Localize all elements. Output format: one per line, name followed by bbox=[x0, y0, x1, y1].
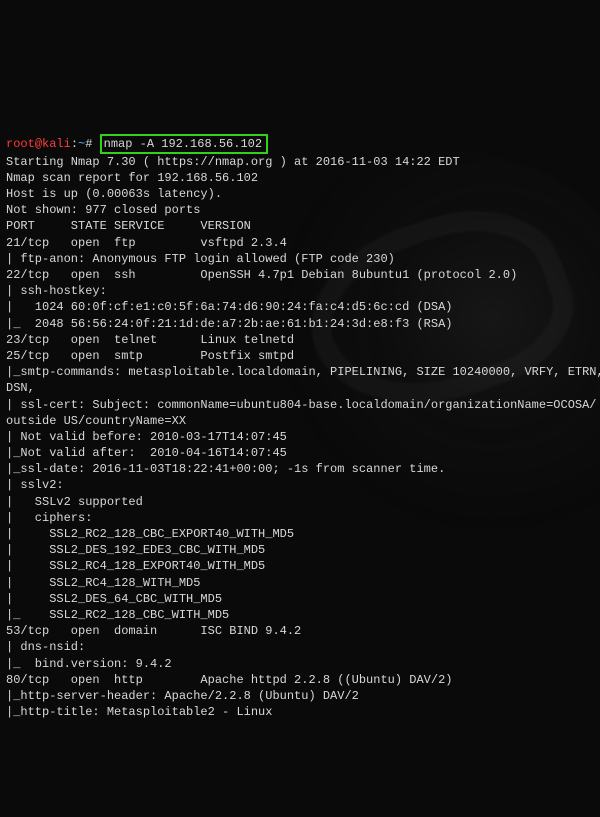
output-line: |_ssl-date: 2016-11-03T18:22:41+00:00; -… bbox=[6, 461, 594, 477]
prompt-user: root bbox=[6, 137, 35, 151]
output-line: |_smtp-commands: metasploitable.localdom… bbox=[6, 364, 594, 380]
output-line: 22/tcp open ssh OpenSSH 4.7p1 Debian 8ub… bbox=[6, 267, 594, 283]
output-line: | SSL2_DES_64_CBC_WITH_MD5 bbox=[6, 591, 594, 607]
output-line: 80/tcp open http Apache httpd 2.2.8 ((Ub… bbox=[6, 672, 594, 688]
output-line: Not shown: 977 closed ports bbox=[6, 202, 594, 218]
output-line: Nmap scan report for 192.168.56.102 bbox=[6, 170, 594, 186]
prompt-host: kali bbox=[42, 137, 71, 151]
output-line: | sslv2: bbox=[6, 477, 594, 493]
output-line: Host is up (0.00063s latency). bbox=[6, 186, 594, 202]
output-line: |_http-server-header: Apache/2.2.8 (Ubun… bbox=[6, 688, 594, 704]
output-line: | Not valid before: 2010-03-17T14:07:45 bbox=[6, 429, 594, 445]
prompt: root@kali:~# bbox=[6, 137, 100, 151]
output-line: DSN, bbox=[6, 380, 594, 396]
output-line: Starting Nmap 7.30 ( https://nmap.org ) … bbox=[6, 154, 594, 170]
output-line: PORT STATE SERVICE VERSION bbox=[6, 218, 594, 234]
output-line: | ssh-hostkey: bbox=[6, 283, 594, 299]
output-line: 21/tcp open ftp vsftpd 2.3.4 bbox=[6, 235, 594, 251]
output-line: 25/tcp open smtp Postfix smtpd bbox=[6, 348, 594, 364]
command-highlight-box: nmap -A 192.168.56.102 bbox=[100, 134, 268, 154]
output-line: |_ bind.version: 9.4.2 bbox=[6, 656, 594, 672]
output-line: |_ 2048 56:56:24:0f:21:1d:de:a7:2b:ae:61… bbox=[6, 316, 594, 332]
output-line: | dns-nsid: bbox=[6, 639, 594, 655]
output-line: | SSLv2 supported bbox=[6, 494, 594, 510]
output-line: | SSL2_RC4_128_EXPORT40_WITH_MD5 bbox=[6, 558, 594, 574]
terminal-output[interactable]: root@kali:~# nmap -A 192.168.56.102 Star… bbox=[6, 117, 594, 736]
output-line: | SSL2_DES_192_EDE3_CBC_WITH_MD5 bbox=[6, 542, 594, 558]
output-line: | SSL2_RC2_128_CBC_EXPORT40_WITH_MD5 bbox=[6, 526, 594, 542]
output-line: | SSL2_RC4_128_WITH_MD5 bbox=[6, 575, 594, 591]
command-text: nmap -A 192.168.56.102 bbox=[104, 137, 262, 151]
output-lines: Starting Nmap 7.30 ( https://nmap.org ) … bbox=[6, 154, 594, 721]
output-line: | ssl-cert: Subject: commonName=ubuntu80… bbox=[6, 397, 594, 413]
prompt-at: @ bbox=[35, 137, 42, 151]
output-line: | 1024 60:0f:cf:e1:c0:5f:6a:74:d6:90:24:… bbox=[6, 299, 594, 315]
output-line: |_http-title: Metasploitable2 - Linux bbox=[6, 704, 594, 720]
output-line: outside US/countryName=XX bbox=[6, 413, 594, 429]
output-line: 23/tcp open telnet Linux telnetd bbox=[6, 332, 594, 348]
output-line: 53/tcp open domain ISC BIND 9.4.2 bbox=[6, 623, 594, 639]
output-line: |_ SSL2_RC2_128_CBC_WITH_MD5 bbox=[6, 607, 594, 623]
prompt-hash: # bbox=[85, 137, 99, 151]
output-line: |_Not valid after: 2010-04-16T14:07:45 bbox=[6, 445, 594, 461]
prompt-sep-colon: : bbox=[71, 137, 78, 151]
output-line: | ftp-anon: Anonymous FTP login allowed … bbox=[6, 251, 594, 267]
